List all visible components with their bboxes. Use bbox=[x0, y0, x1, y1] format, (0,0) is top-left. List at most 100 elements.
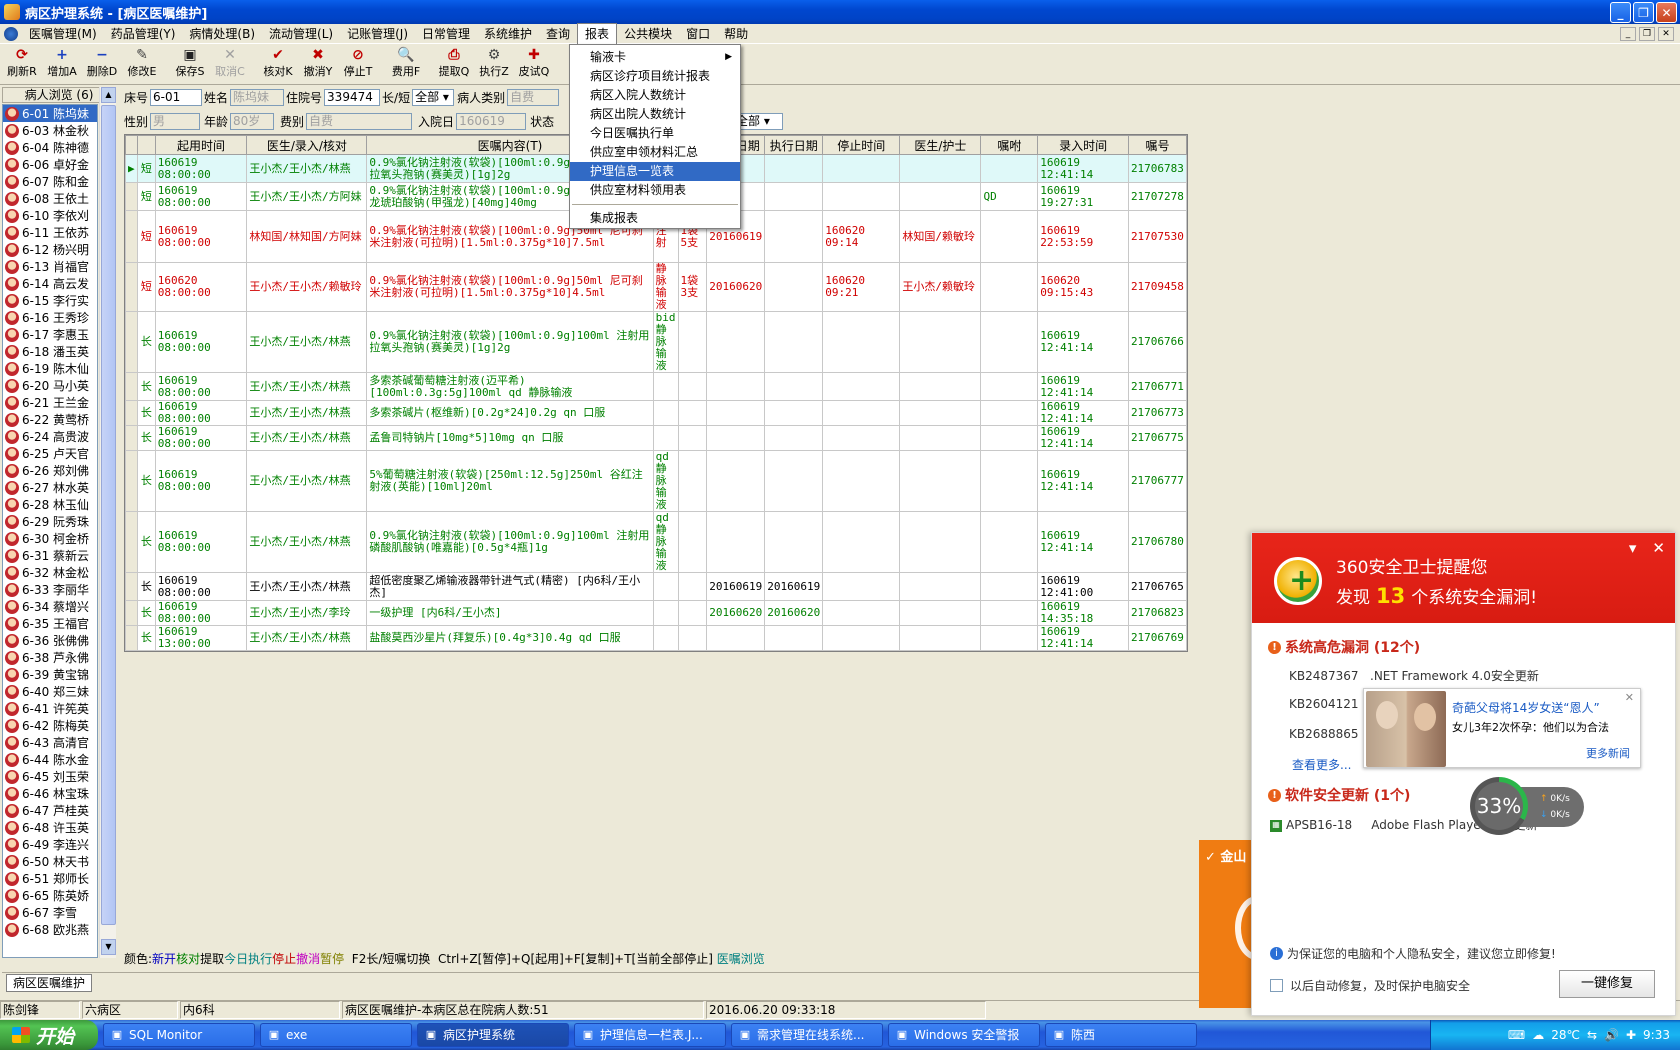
scroll-down-arrow[interactable]: ▼ bbox=[101, 939, 116, 955]
patient-list-item[interactable]: 6-21 王兰金 bbox=[3, 394, 97, 411]
patient-list-item[interactable]: 6-38 芦永佛 bbox=[3, 649, 97, 666]
patient-list-item[interactable]: 6-13 肖福官 bbox=[3, 258, 97, 275]
patient-list-item[interactable]: 6-22 黄莺桥 bbox=[3, 411, 97, 428]
patient-list-item[interactable]: 6-26 郑刘佛 bbox=[3, 462, 97, 479]
news-title[interactable]: 奇葩父母将14岁女送“恩人” bbox=[1452, 699, 1600, 716]
taskbar-task-5[interactable]: ▣ Windows 安全警报 bbox=[888, 1023, 1040, 1047]
menu-item-2[interactable]: 病情处理(B) bbox=[182, 24, 262, 44]
patient-list-item[interactable]: 6-68 欧兆燕 bbox=[3, 921, 97, 938]
report-menu-item-4[interactable]: 今日医嘱执行单 bbox=[570, 124, 740, 143]
report-menu-item-6[interactable]: 护理信息一览表 bbox=[570, 162, 740, 181]
patient-list-item[interactable]: 6-15 李行实 bbox=[3, 292, 97, 309]
taskbar-task-2[interactable]: ▣ 病区护理系统 bbox=[417, 1023, 569, 1047]
popup-close-icon[interactable]: ✕ bbox=[1652, 539, 1665, 557]
tab-order-maintenance[interactable]: 病区医嘱维护 bbox=[6, 974, 92, 992]
view-more-link[interactable]: 查看更多... bbox=[1292, 756, 1351, 773]
mdi-close-button[interactable]: ✕ bbox=[1658, 27, 1674, 41]
mdi-restore-button[interactable]: ❐ bbox=[1639, 27, 1655, 41]
taskbar-task-3[interactable]: ▣ 护理信息一栏表.J... bbox=[574, 1023, 726, 1047]
patient-list-item[interactable]: 6-45 刘玉荣 bbox=[3, 768, 97, 785]
start-button[interactable]: 开始 bbox=[0, 1020, 98, 1050]
patient-list-item[interactable]: 6-31 蔡新云 bbox=[3, 547, 97, 564]
close-button[interactable]: ✕ bbox=[1656, 2, 1677, 23]
patient-list-item[interactable]: 6-04 陈神德 bbox=[3, 139, 97, 156]
patient-list-item[interactable]: 6-27 林水英 bbox=[3, 479, 97, 496]
toolbar-button-11[interactable]: ⚙ 执行Z bbox=[474, 45, 514, 83]
patient-list-item[interactable]: 6-36 张佛佛 bbox=[3, 632, 97, 649]
patient-list-item[interactable]: 6-46 林宝珠 bbox=[3, 785, 97, 802]
report-menu-item-8[interactable]: 集成报表 bbox=[570, 209, 740, 228]
report-menu-item-1[interactable]: 病区诊疗项目统计报表 bbox=[570, 67, 740, 86]
column-header-13[interactable]: 嘱号 bbox=[1127, 135, 1188, 155]
table-row[interactable]: 长 160619 08:00:00 王小杰/王小杰/林燕 孟鲁司特钠片[10mg*5]… bbox=[125, 425, 1188, 451]
patient-list-item[interactable]: 6-47 芦桂英 bbox=[3, 802, 97, 819]
fix-now-button[interactable]: 一键修复 bbox=[1559, 970, 1655, 998]
toolbar-button-7[interactable]: ✖ 撤消Y bbox=[298, 45, 338, 83]
weather-icon[interactable]: ☁ bbox=[1532, 1028, 1544, 1042]
minimize-button[interactable]: _ bbox=[1610, 2, 1631, 23]
patient-list-item[interactable]: 6-29 阮秀珠 bbox=[3, 513, 97, 530]
patient-list-item[interactable]: 6-44 陈水金 bbox=[3, 751, 97, 768]
auto-fix-checkbox[interactable] bbox=[1270, 979, 1283, 992]
taskbar-task-1[interactable]: ▣ exe bbox=[260, 1023, 412, 1047]
scroll-up-arrow[interactable]: ▲ bbox=[101, 87, 116, 103]
column-header-9[interactable]: 停止时间 bbox=[822, 135, 901, 155]
security-tray-icon[interactable]: ✚ bbox=[1626, 1028, 1636, 1042]
menu-item-0[interactable]: 医嘱管理(M) bbox=[22, 24, 104, 44]
column-header-1[interactable] bbox=[136, 135, 156, 155]
patient-list-item[interactable]: 6-16 王秀珍 bbox=[3, 309, 97, 326]
menu-item-9[interactable]: 公共模块 bbox=[617, 24, 679, 44]
patient-list-item[interactable]: 6-49 李连兴 bbox=[3, 836, 97, 853]
patient-list-item[interactable]: 6-35 王福官 bbox=[3, 615, 97, 632]
kingsoft-popup[interactable]: ✓ 金山 bbox=[1199, 840, 1279, 1008]
patient-list-item[interactable]: 6-32 林金松 bbox=[3, 564, 97, 581]
menu-item-4[interactable]: 记账管理(J) bbox=[340, 24, 415, 44]
patient-list-item[interactable]: 6-34 蔡增兴 bbox=[3, 598, 97, 615]
order-type-select[interactable]: 全部 ▾ bbox=[412, 89, 455, 106]
patient-list-item[interactable]: 6-33 李丽华 bbox=[3, 581, 97, 598]
toolbar-button-1[interactable]: + 增加A bbox=[42, 45, 82, 83]
more-news-link[interactable]: 更多新闻 bbox=[1586, 745, 1630, 761]
patient-list-item[interactable]: 6-12 杨兴明 bbox=[3, 241, 97, 258]
table-row[interactable]: 长 160619 08:00:00 王小杰/王小杰/林燕 多索茶碱片(枢维新)[0.2… bbox=[125, 400, 1188, 426]
volume-icon[interactable]: 🔊 bbox=[1604, 1028, 1619, 1042]
bed-field[interactable]: 6-01 bbox=[150, 89, 203, 106]
network-icon[interactable]: ⇆ bbox=[1587, 1028, 1597, 1042]
taskbar-task-6[interactable]: ▣ 陈西 bbox=[1045, 1023, 1197, 1047]
news-card[interactable]: 奇葩父母将14岁女送“恩人” 女儿3年2次怀孕：他们以为合法 更多新闻 ✕ bbox=[1363, 688, 1641, 768]
taskbar-task-4[interactable]: ▣ 需求管理在线系统... bbox=[731, 1023, 883, 1047]
table-row[interactable]: 长 160619 08:00:00 王小杰/王小杰/李玲 一级护理 [内6科/王小杰]… bbox=[125, 600, 1188, 626]
toolbar-button-8[interactable]: ⊘ 停止T bbox=[338, 45, 378, 83]
menu-item-11[interactable]: 帮助 bbox=[717, 24, 755, 44]
menu-item-8[interactable]: 报表 bbox=[577, 23, 618, 44]
clock[interactable]: 9:33 bbox=[1643, 1028, 1670, 1042]
menu-item-10[interactable]: 窗口 bbox=[679, 24, 717, 44]
column-header-10[interactable]: 医生/护士 bbox=[899, 135, 982, 155]
patient-list-item[interactable]: 6-28 林玉仙 bbox=[3, 496, 97, 513]
keyboard-icon[interactable]: ⌨ bbox=[1508, 1028, 1525, 1042]
popup-menu-icon[interactable]: ▾ bbox=[1629, 539, 1637, 557]
patient-list-item[interactable]: 6-25 卢天官 bbox=[3, 445, 97, 462]
toolbar-button-4[interactable]: ▣ 保存S bbox=[170, 45, 210, 83]
patient-list-item[interactable]: 6-01 陈坞妹 bbox=[3, 105, 97, 122]
table-row[interactable]: 长 160619 08:00:00 王小杰/王小杰/林燕 0.9%氯化钠注射液(软袋)… bbox=[125, 311, 1188, 373]
report-menu-item-0[interactable]: 输液卡 ▶ bbox=[570, 48, 740, 67]
patient-list-item[interactable]: 6-42 陈梅英 bbox=[3, 717, 97, 734]
maximize-button[interactable]: ❐ bbox=[1633, 2, 1654, 23]
toolbar-button-3[interactable]: ✎ 修改E bbox=[122, 45, 162, 83]
table-row[interactable]: 长 160619 08:00:00 王小杰/王小杰/林燕 超低密度聚乙烯输液器带针进气… bbox=[125, 572, 1188, 601]
column-header-3[interactable]: 医生/录入/核对 bbox=[246, 135, 368, 155]
column-header-8[interactable]: 执行日期 bbox=[764, 135, 824, 155]
patient-list-item[interactable]: 6-43 高清官 bbox=[3, 734, 97, 751]
report-menu-item-3[interactable]: 病区出院人数统计 bbox=[570, 105, 740, 124]
report-menu-item-5[interactable]: 供应室申领材料汇总 bbox=[570, 143, 740, 162]
patient-list-item[interactable]: 6-65 陈英娇 bbox=[3, 887, 97, 904]
menu-item-3[interactable]: 流动管理(L) bbox=[262, 24, 340, 44]
toolbar-button-6[interactable]: ✔ 核对K bbox=[258, 45, 298, 83]
patient-list-scrollbar[interactable]: ▲ ▼ bbox=[99, 87, 116, 958]
patient-list-item[interactable]: 6-40 郑三妹 bbox=[3, 683, 97, 700]
patient-list-item[interactable]: 6-19 陈木仙 bbox=[3, 360, 97, 377]
table-row[interactable]: 长 160619 08:00:00 王小杰/王小杰/林燕 多索茶碱葡萄糖注射液(迈平希… bbox=[125, 372, 1188, 401]
report-menu-item-7[interactable]: 供应室材料领用表 bbox=[570, 181, 740, 200]
patient-list-item[interactable]: 6-24 高贵波 bbox=[3, 428, 97, 445]
